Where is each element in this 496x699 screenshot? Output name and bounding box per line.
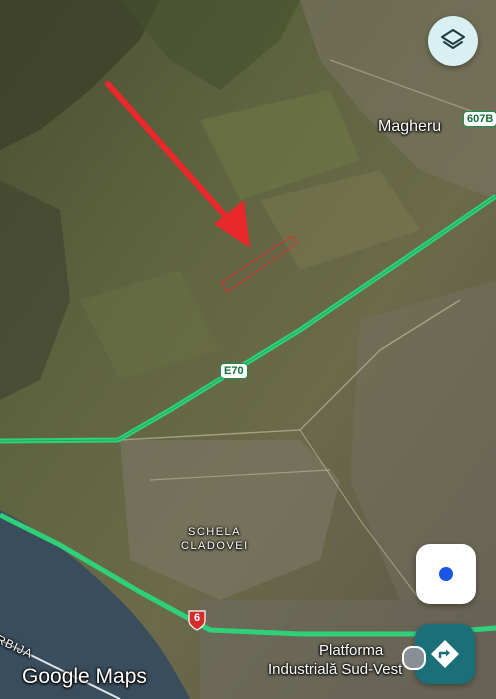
road-shield-6: 6 (187, 609, 207, 631)
road-shield-607b: 607B (463, 111, 496, 127)
place-label-platforma-line2: Industrială Sud-Vest (268, 661, 403, 678)
google-maps-logo: Google Maps (22, 665, 147, 688)
road-shield-6-label: 6 (193, 612, 201, 624)
place-label-platforma-line1: Platforma (319, 642, 384, 659)
my-location-button[interactable] (416, 544, 476, 604)
my-location-icon (439, 567, 453, 581)
layers-icon (441, 29, 465, 49)
layers-button[interactable] (428, 16, 478, 66)
place-label-schela-line2: CLADOVEI (181, 540, 249, 552)
place-label-schela-line1: SCHELA (188, 526, 242, 538)
place-label-magheru: Magheru (378, 118, 442, 135)
road-shield-e70: E70 (220, 363, 248, 379)
place-marker-icon (402, 646, 426, 670)
